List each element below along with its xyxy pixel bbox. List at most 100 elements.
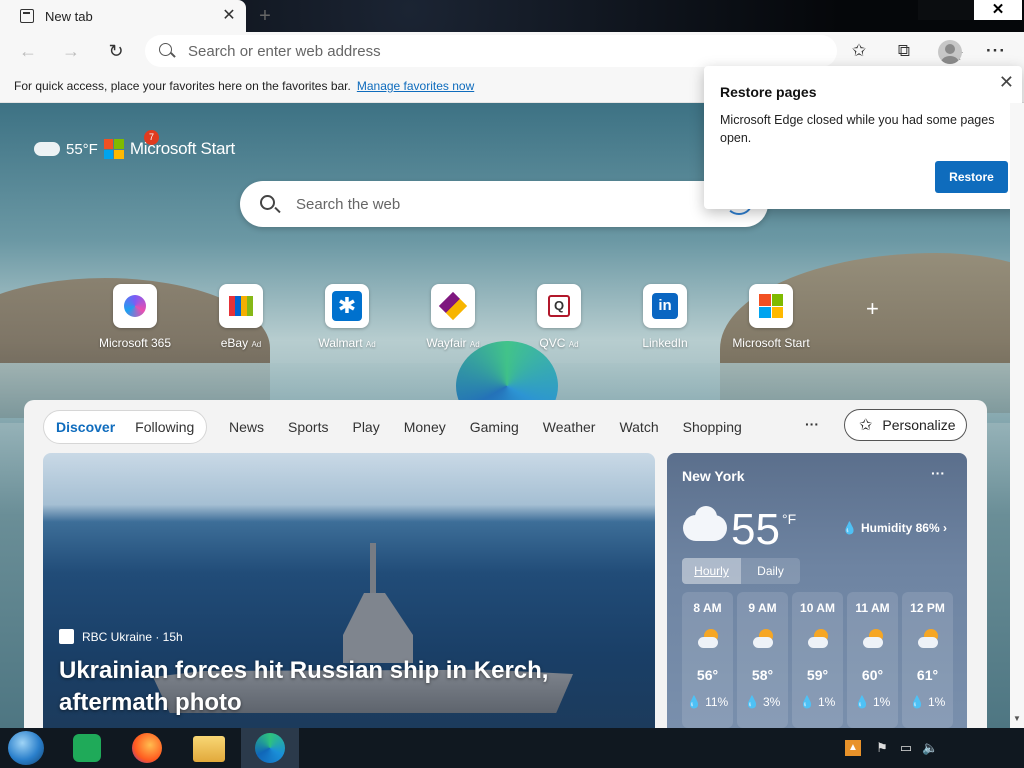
hour-card[interactable]: 9 AM 58° 💧 3% (737, 592, 788, 728)
hour-temp: 60° (861, 667, 884, 683)
article-headline[interactable]: Ukrainian forces hit Russian ship in Ker… (59, 655, 649, 719)
wayfair-icon (431, 284, 475, 328)
quick-link-microsoft-start[interactable]: Microsoft Start (721, 284, 821, 350)
personalize-button[interactable]: ✩ Personalize (844, 409, 967, 441)
start-button[interactable] (8, 731, 44, 765)
hero-article-card[interactable]: RBC Ukraine · 15h Ukrainian forces hit R… (43, 453, 655, 728)
web-search-box[interactable] (240, 181, 768, 227)
restore-button[interactable]: Restore (935, 161, 1008, 193)
category-gaming[interactable]: Gaming (470, 419, 519, 435)
forward-button[interactable]: → (58, 38, 84, 64)
personalize-label: Personalize (882, 417, 956, 433)
quick-link-label: Microsoft Start (732, 336, 810, 350)
category-sports[interactable]: Sports (288, 419, 328, 435)
tab-discover[interactable]: Discover (56, 419, 115, 435)
back-button[interactable]: ← (15, 38, 41, 64)
quick-link-ebay[interactable]: eBay Ad (191, 284, 291, 350)
maximize-button[interactable] (946, 0, 974, 20)
weather-more-button[interactable]: ··· (931, 465, 945, 481)
quick-link-microsoft-365[interactable]: Microsoft 365 (85, 284, 185, 350)
settings-more-button[interactable]: ··· (983, 38, 1009, 64)
droplet-icon: 💧 (842, 521, 857, 535)
favorites-icon[interactable]: ✩ (846, 38, 872, 64)
category-watch[interactable]: Watch (619, 419, 658, 435)
partly-cloudy-icon (861, 629, 885, 653)
tab-hourly[interactable]: Hourly (682, 558, 741, 584)
manage-favorites-link[interactable]: Manage favorites now (357, 79, 474, 93)
hour-card[interactable]: 12 PM 61° 💧 1% (902, 592, 953, 728)
hour-precip: 1% (927, 695, 946, 709)
network-icon[interactable]: ▭ (898, 740, 914, 756)
taskbar-app-sheets[interactable] (70, 731, 104, 765)
taskbar: ▲ ⚑ ▭ 🔈 (0, 728, 1024, 768)
microsoft-logo-icon (103, 139, 124, 159)
close-icon[interactable]: ✕ (999, 72, 1014, 93)
hour-card[interactable]: 8 AM 56° 💧 11% (682, 592, 733, 728)
cloud-icon (34, 142, 60, 156)
folder-icon (193, 736, 225, 762)
quick-link-qvc[interactable]: Q QVC Ad (509, 284, 609, 350)
hour-precip: 1% (872, 695, 891, 709)
quick-link-linkedin[interactable]: in LinkedIn (615, 284, 715, 350)
sheets-icon (73, 734, 101, 762)
taskbar-app-edge[interactable] (241, 728, 299, 768)
quick-link-label: LinkedIn (642, 336, 688, 350)
weather-city[interactable]: New York (682, 468, 745, 484)
category-weather[interactable]: Weather (543, 419, 596, 435)
weather-card[interactable]: New York ··· 55 °F 💧 Humidity 86% › Hourl… (667, 453, 967, 728)
profile-avatar[interactable] (938, 40, 962, 64)
ad-badge: Ad (251, 340, 262, 349)
category-shopping[interactable]: Shopping (683, 419, 742, 435)
droplet-icon: 💧 (799, 695, 815, 709)
add-quick-link-button[interactable]: + (866, 296, 879, 322)
tab-following[interactable]: Following (135, 419, 194, 435)
more-categories-button[interactable]: ··· (805, 416, 819, 432)
tab-close-button[interactable]: ✕ (220, 7, 238, 25)
quick-link-walmart[interactable]: ✱ Walmart Ad (297, 284, 397, 350)
qvc-icon: Q (537, 284, 581, 328)
address-bar[interactable]: ☆ (145, 35, 964, 67)
notification-badge[interactable]: 7 (144, 130, 159, 145)
firefox-icon (132, 733, 162, 763)
microsoft-logo-icon (749, 284, 793, 328)
quick-link-label: Walmart (318, 336, 363, 350)
hour-time: 9 AM (748, 601, 777, 615)
dialog-message: Microsoft Edge closed while you had some… (720, 113, 995, 145)
quick-link-wayfair[interactable]: Wayfair Ad (403, 284, 503, 350)
category-play[interactable]: Play (352, 419, 379, 435)
forecast-toggle: Hourly Daily (682, 558, 800, 584)
category-news[interactable]: News (229, 419, 264, 435)
action-center-flag-icon[interactable]: ⚑ (874, 740, 890, 756)
hour-card[interactable]: 11 AM 60° 💧 1% (847, 592, 898, 728)
hour-precip: 3% (762, 695, 781, 709)
refresh-button[interactable]: ↻ (103, 38, 129, 64)
collections-icon[interactable]: ⧉ (891, 38, 917, 64)
microsoft-365-icon (113, 284, 157, 328)
search-icon (260, 195, 275, 210)
address-input[interactable] (188, 35, 748, 67)
hour-temp: 58° (751, 667, 774, 683)
hour-card[interactable]: 10 AM 59° 💧 1% (792, 592, 843, 728)
web-search-input[interactable] (296, 181, 716, 227)
volume-icon[interactable]: 🔈 (922, 740, 938, 756)
tab-new-tab[interactable]: New tab ✕ (0, 0, 246, 32)
vertical-scrollbar[interactable] (1010, 103, 1024, 728)
mini-temperature: 55°F (66, 140, 98, 158)
droplet-icon: 💧 (909, 695, 925, 709)
quick-link-label: Microsoft 365 (98, 336, 172, 350)
humidity-link[interactable]: 💧 Humidity 86% › (842, 521, 947, 535)
tab-daily[interactable]: Daily (741, 558, 800, 584)
quick-link-label: QVC (539, 336, 566, 350)
new-tab-button[interactable]: + (256, 6, 274, 26)
minimize-button[interactable] (918, 0, 946, 20)
partly-cloudy-icon (751, 629, 775, 653)
taskbar-app-firefox[interactable] (130, 731, 164, 765)
window-close-button[interactable]: ✕ (974, 0, 1022, 20)
category-nav: News Sports Play Money Gaming Weather Wa… (229, 410, 766, 444)
hour-time: 10 AM (800, 601, 835, 615)
weather-widget-mini[interactable]: 55°F Microsoft Start (34, 139, 235, 159)
category-money[interactable]: Money (404, 419, 446, 435)
scroll-down-arrow-icon[interactable]: ▼ (1013, 714, 1021, 723)
tray-app-icon[interactable]: ▲ (845, 740, 861, 756)
taskbar-app-file-explorer[interactable] (192, 731, 226, 765)
